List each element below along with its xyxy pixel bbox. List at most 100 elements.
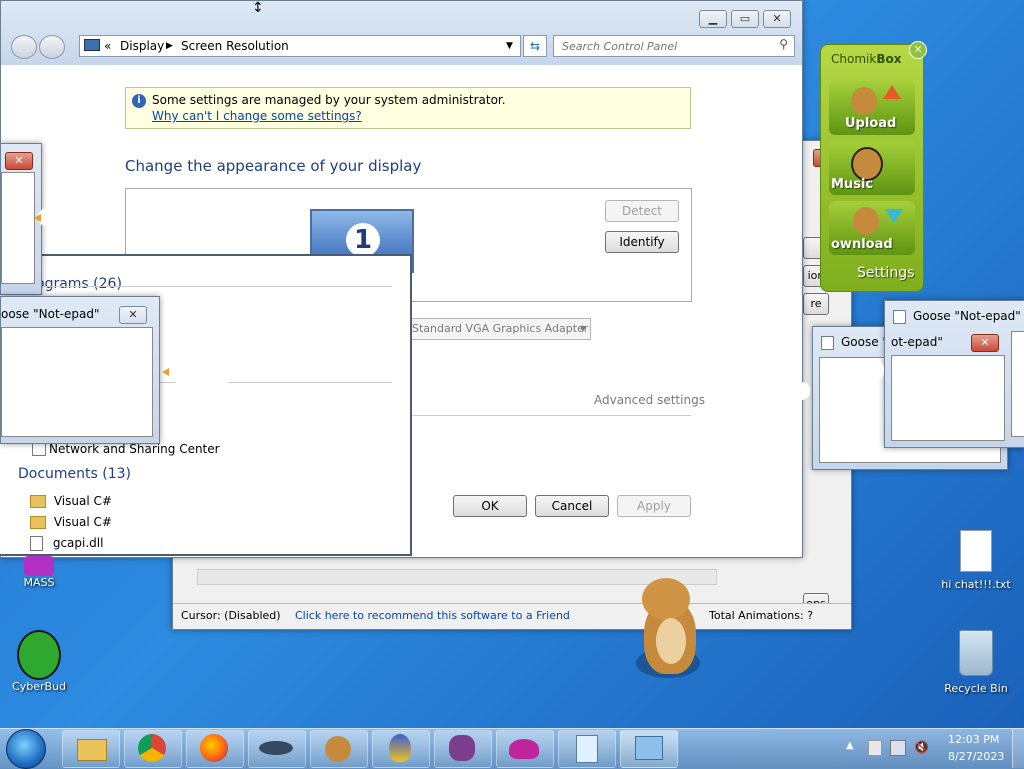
- status-cursor: Cursor: (Disabled): [181, 609, 281, 622]
- why-cant-change-link[interactable]: Why can't I change some settings?: [152, 109, 362, 123]
- goose-sprite[interactable]: [820, 362, 884, 408]
- programs-header: ograms (26): [36, 276, 122, 292]
- maximize-button[interactable]: ▭: [731, 10, 759, 28]
- side-button[interactable]: re: [803, 293, 829, 315]
- show-hidden-icons-icon[interactable]: ▲: [846, 740, 854, 751]
- apply-button[interactable]: Apply: [617, 495, 691, 517]
- chomikbox-close-icon[interactable]: ✕: [909, 41, 927, 59]
- address-bar[interactable]: « Display ▶ Screen Resolution ▼: [79, 35, 521, 57]
- identify-button[interactable]: Identify: [605, 231, 679, 253]
- hamster-download-icon: [853, 207, 879, 235]
- notepad-icon: [893, 310, 906, 324]
- notepad-text-area[interactable]: [1, 327, 153, 437]
- action-center-icon[interactable]: [868, 740, 882, 756]
- ok-button[interactable]: OK: [453, 495, 527, 517]
- start-button[interactable]: [6, 729, 46, 769]
- window-title: oose "Not-epad": [1, 307, 100, 321]
- goose-sprite[interactable]: [34, 208, 108, 252]
- chevron-right-icon: ▶: [166, 41, 173, 51]
- search-input[interactable]: [560, 36, 774, 56]
- chomikbox-widget: ChomikBox ✕ Upload Music ownload Setting…: [820, 41, 927, 292]
- mouse-cursor: ↕: [252, 0, 264, 16]
- settings-button[interactable]: Settings: [857, 265, 914, 281]
- forward-button[interactable]: [39, 35, 65, 59]
- search-box[interactable]: ⚲: [553, 35, 795, 57]
- taskbar-bonzi-button[interactable]: [372, 730, 430, 768]
- chevron-down-icon[interactable]: ▼: [506, 36, 513, 56]
- chevron-down-icon: ▼: [579, 324, 586, 333]
- taskbar-ufo-button[interactable]: [248, 730, 306, 768]
- taskbar-control-panel-button[interactable]: [620, 730, 678, 768]
- breadcrumb-display[interactable]: Display: [120, 36, 164, 56]
- list-item[interactable]: Visual C#: [30, 515, 112, 529]
- window-title: Goose "Not-epad": [913, 309, 1021, 323]
- taskbar-chomikbox-button[interactable]: [310, 730, 368, 768]
- notepad-text-area[interactable]: [1, 172, 35, 284]
- refresh-button[interactable]: ⇆: [523, 35, 547, 57]
- control-panel-icon: [635, 736, 663, 760]
- display-adapter-select[interactable]: Standard VGA Graphics Adapter ▼: [397, 318, 591, 340]
- network-icon[interactable]: [890, 740, 906, 756]
- network-icon: [32, 442, 46, 456]
- network-sharing-item[interactable]: Network and Sharing Center: [49, 442, 220, 456]
- cancel-button[interactable]: Cancel: [535, 495, 609, 517]
- taskbar-firefox-button[interactable]: [186, 730, 244, 768]
- chrome-icon: [138, 734, 166, 762]
- goose-body: [54, 216, 106, 246]
- desktop-icon-mass[interactable]: MASS: [10, 556, 68, 589]
- back-button[interactable]: [11, 35, 37, 59]
- detect-button[interactable]: Detect: [605, 200, 679, 222]
- music-button[interactable]: Music: [829, 141, 915, 195]
- recycle-bin-icon: [959, 630, 993, 676]
- hamster-pet[interactable]: [636, 578, 702, 682]
- close-button[interactable]: ✕: [119, 306, 147, 324]
- clock-date[interactable]: 8/27/2023: [948, 750, 1004, 763]
- advanced-settings-link[interactable]: Advanced settings: [594, 393, 705, 407]
- goose-beak: [162, 368, 169, 376]
- ufo-icon: [259, 741, 293, 755]
- status-bar: Cursor: (Disabled) Click here to recomme…: [173, 603, 851, 628]
- search-icon[interactable]: ⚲: [779, 37, 788, 51]
- goose-body: [750, 390, 798, 420]
- close-button[interactable]: ✕: [5, 152, 33, 170]
- show-desktop-button[interactable]: [1012, 729, 1024, 768]
- breadcrumb-screen-resolution[interactable]: Screen Resolution: [181, 36, 289, 56]
- breadcrumb-separator: «: [104, 39, 112, 53]
- goose-head: [792, 382, 810, 400]
- notepad-text-area[interactable]: [1011, 331, 1024, 437]
- recommend-link[interactable]: Click here to recommend this software to…: [295, 609, 570, 622]
- desktop-icon-recycle-bin[interactable]: Recycle Bin: [938, 630, 1014, 695]
- title-bar: ▁ ▭ ✕ « Display ▶ Screen Resolution ▼ ⇆ …: [1, 1, 802, 65]
- hamster-headphones-icon: [851, 147, 883, 181]
- taskbar-app-button[interactable]: [434, 730, 492, 768]
- list-item[interactable]: Visual C#: [30, 494, 112, 508]
- notepad-text-area[interactable]: [891, 355, 1005, 441]
- arrow-up-icon: [883, 85, 901, 99]
- firefox-icon: [200, 734, 228, 762]
- download-button[interactable]: ownload: [829, 201, 915, 255]
- volume-muted-icon[interactable]: 🔇: [914, 740, 929, 754]
- folder-icon: [77, 739, 107, 761]
- notepad-icon: [576, 735, 598, 763]
- parrot-icon: [389, 734, 411, 762]
- close-button[interactable]: ✕: [763, 10, 791, 28]
- goose-sprite[interactable]: [746, 382, 810, 428]
- list-item[interactable]: gcapi.dll: [30, 536, 103, 551]
- goose-sprite[interactable]: [162, 362, 232, 406]
- goose-body: [824, 370, 872, 400]
- divider: [20, 286, 392, 287]
- monitor-icon: [84, 39, 100, 51]
- taskbar-explorer-button[interactable]: [62, 730, 120, 768]
- minimize-button[interactable]: ▁: [699, 10, 727, 28]
- desktop-icon-cyberbud[interactable]: CyberBud: [6, 630, 72, 693]
- taskbar-hat-button[interactable]: [496, 730, 554, 768]
- desktop-icon-chat-txt[interactable]: hi chat!!!.txt: [938, 530, 1014, 591]
- goose-notepad-window: oose "Not-epad" ✕: [0, 296, 160, 444]
- folder-icon: [30, 495, 46, 508]
- taskbar-chrome-button[interactable]: [124, 730, 182, 768]
- close-button[interactable]: ✕: [971, 334, 999, 352]
- taskbar-notepad-button[interactable]: [558, 730, 616, 768]
- upload-button[interactable]: Upload: [829, 81, 915, 135]
- status-animations: Total Animations: ?: [709, 609, 814, 622]
- clock-time[interactable]: 12:03 PM: [948, 733, 999, 746]
